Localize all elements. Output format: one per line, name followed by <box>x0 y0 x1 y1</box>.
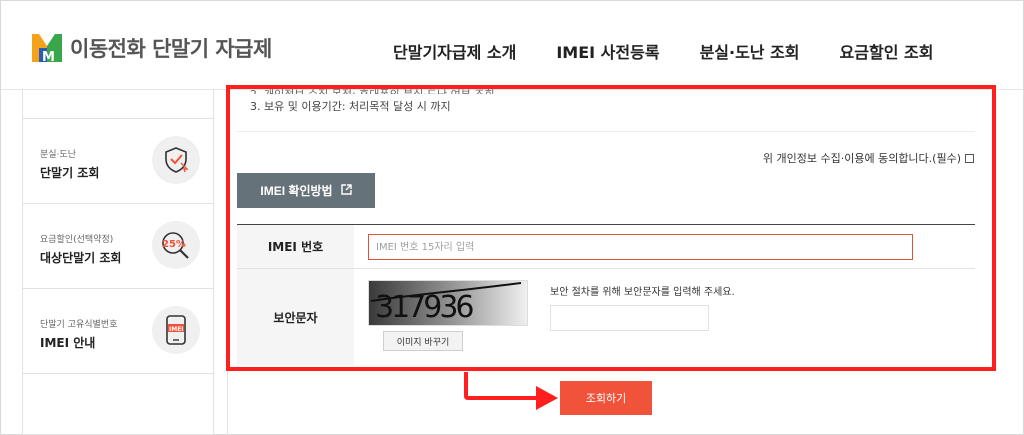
arrow-right-icon <box>460 370 560 415</box>
sidebar: 분실·도난 단말기 조회 요금할인(선택약정) 대상단말기 조회 25% 단말기… <box>22 90 214 435</box>
discount-search-icon: 25% <box>152 221 200 269</box>
nav-item-imei-register[interactable]: IMEI 사전등록 <box>556 39 659 63</box>
phone-imei-icon: IMEI <box>152 306 200 354</box>
submit-button[interactable]: 조회하기 <box>560 381 652 415</box>
sidebar-item-sublabel: 단말기 고유식별번호 <box>40 320 118 330</box>
nav-item-discount[interactable]: 요금할인 조회 <box>840 39 934 63</box>
main-nav: 단말기자급제 소개 IMEI 사전등록 분실·도난 조회 요금할인 조회 <box>393 39 973 63</box>
content-border <box>227 371 228 435</box>
shield-check-icon <box>152 136 200 184</box>
sidebar-item-lost-stolen[interactable]: 분실·도난 단말기 조회 <box>23 119 213 204</box>
sidebar-top-spacer <box>23 90 213 119</box>
sidebar-item-label: 단말기 조회 <box>40 166 100 180</box>
sidebar-item-label: 대상단말기 조회 <box>40 251 122 265</box>
sidebar-item-imei[interactable]: 단말기 고유식별번호 IMEI 안내 IMEI <box>23 289 213 374</box>
highlight-box <box>226 85 996 371</box>
site-logo[interactable]: M 이동전화 단말기 자급제 <box>30 32 272 65</box>
nav-item-lost-stolen[interactable]: 분실·도난 조회 <box>700 39 800 63</box>
discount-icon-text: 25% <box>162 239 186 250</box>
site-header: M 이동전화 단말기 자급제 단말기자급제 소개 IMEI 사전등록 분실·도난… <box>1 1 1023 90</box>
logo-text: 이동전화 단말기 자급제 <box>70 37 272 61</box>
sidebar-item-label: IMEI 안내 <box>40 336 96 350</box>
logo-m-icon: M <box>30 32 64 65</box>
nav-item-intro[interactable]: 단말기자급제 소개 <box>393 39 516 63</box>
sidebar-item-sublabel: 요금할인(선택약정) <box>40 235 114 245</box>
imei-icon-text: IMEI <box>169 326 184 333</box>
sidebar-item-discount[interactable]: 요금할인(선택약정) 대상단말기 조회 25% <box>23 204 213 289</box>
sidebar-item-sublabel: 분실·도난 <box>40 150 76 160</box>
svg-text:M: M <box>42 50 55 64</box>
